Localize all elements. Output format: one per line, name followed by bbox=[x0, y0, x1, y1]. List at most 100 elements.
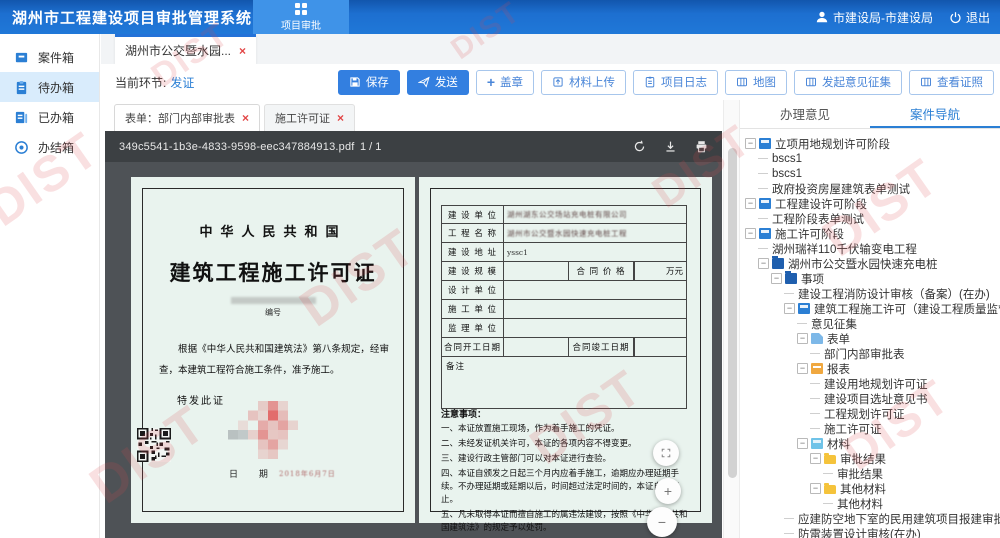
stage-icon bbox=[759, 228, 771, 239]
tree-item-label: 材料 bbox=[827, 436, 850, 451]
vertical-scrollbar[interactable] bbox=[723, 100, 740, 538]
sidebar-item-label: 案件箱 bbox=[38, 49, 74, 66]
tree-item[interactable]: −施工许可阶段 bbox=[740, 226, 1000, 241]
tree-item-label: bscs1 bbox=[772, 168, 802, 180]
right-panel: 办理意见 案件导航 −立项用地规划许可阶段bscs1bscs1政府投资房屋建筑表… bbox=[740, 100, 1000, 538]
tree-item[interactable]: 部门内部审批表 bbox=[740, 346, 1000, 361]
certificate-date-label: 日 期 bbox=[229, 467, 277, 480]
left-sidebar: 案件箱 待办箱 已办箱 办结箱 bbox=[0, 34, 100, 538]
close-icon[interactable]: × bbox=[242, 111, 249, 125]
sidebar-item-done-box[interactable]: 已办箱 bbox=[0, 102, 99, 132]
send-button[interactable]: 发送 bbox=[407, 70, 469, 95]
sidebar-item-case-box[interactable]: 案件箱 bbox=[0, 42, 99, 72]
tree-item[interactable]: 应建防空地下室的民用建筑项目报建审批(未 bbox=[740, 511, 1000, 526]
user-icon bbox=[815, 10, 829, 24]
collapse-icon[interactable]: − bbox=[797, 438, 808, 449]
collapse-icon[interactable]: − bbox=[771, 273, 782, 284]
form-tab-approval-sheet[interactable]: 表单：部门内部审批表 × bbox=[114, 104, 260, 131]
form-tab-construction-permit[interactable]: 施工许可证 × bbox=[264, 104, 355, 131]
tree-item[interactable]: −其他材料 bbox=[740, 481, 1000, 496]
zoom-in-button[interactable]: + bbox=[655, 478, 681, 504]
project-log-button[interactable]: 项目日志 bbox=[633, 70, 718, 95]
collapse-icon[interactable]: − bbox=[745, 228, 756, 239]
download-icon[interactable] bbox=[664, 140, 677, 153]
tree-item[interactable]: −立项用地规划许可阶段 bbox=[740, 136, 1000, 151]
tree-item-label: 事项 bbox=[801, 271, 824, 286]
tree-item[interactable]: −审批结果 bbox=[740, 451, 1000, 466]
pdf-filename: 349c5541-1b3e-4833-9598-eec347884913.pdf bbox=[119, 141, 355, 153]
permit-field-value: yssc1 bbox=[504, 243, 686, 261]
sidebar-item-closed-box[interactable]: 办结箱 bbox=[0, 132, 99, 162]
stamp-button[interactable]: + 盖章 bbox=[476, 70, 534, 95]
collapse-icon[interactable]: − bbox=[784, 303, 795, 314]
collapse-icon[interactable]: − bbox=[797, 363, 808, 374]
map-button[interactable]: 地图 bbox=[725, 70, 787, 95]
collapse-icon[interactable]: − bbox=[810, 453, 821, 464]
tree-item-label: 表单 bbox=[827, 331, 850, 346]
tree-item[interactable]: − 表单 bbox=[740, 331, 1000, 346]
collapse-icon[interactable]: − bbox=[810, 483, 821, 494]
tree-item[interactable]: 政府投资房屋建筑表单测试 bbox=[740, 181, 1000, 196]
tree-item[interactable]: 审批结果 bbox=[740, 466, 1000, 481]
tree-item[interactable]: −湖州市公交暨水园快速充电桩 bbox=[740, 256, 1000, 271]
zoom-out-button[interactable]: − bbox=[647, 507, 677, 537]
current-step-value[interactable]: 发证 bbox=[170, 76, 194, 90]
save-button[interactable]: 保存 bbox=[338, 70, 400, 95]
print-icon[interactable] bbox=[695, 140, 708, 153]
tree-item[interactable]: 防雷装置设计审核(在办) bbox=[740, 526, 1000, 538]
user-menu[interactable]: 市建设局-市建设局 bbox=[815, 9, 933, 26]
proj-icon bbox=[785, 273, 797, 284]
tree-connector bbox=[758, 158, 768, 159]
tree-item[interactable]: bscs1 bbox=[740, 166, 1000, 181]
tab-case-navigation[interactable]: 案件导航 bbox=[870, 100, 1000, 128]
scrollbar-thumb[interactable] bbox=[728, 148, 737, 478]
tree-item[interactable]: 意见征集 bbox=[740, 316, 1000, 331]
tree-item[interactable]: − 材料 bbox=[740, 436, 1000, 451]
tree-item[interactable]: −工程建设许可阶段 bbox=[740, 196, 1000, 211]
tab-processing-opinion[interactable]: 办理意见 bbox=[740, 100, 870, 128]
solicit-opinion-button[interactable]: 发起意见征集 bbox=[794, 70, 902, 95]
columns-icon bbox=[805, 76, 817, 88]
tree-item[interactable]: −建筑工程施工许可（建设工程质量监督手续 bbox=[740, 301, 1000, 316]
nav-tab-label: 项目审批 bbox=[281, 17, 321, 32]
view-certificates-button[interactable]: 查看证照 bbox=[909, 70, 994, 95]
tree-item[interactable]: 其他材料 bbox=[740, 496, 1000, 511]
tree-item[interactable]: 建设工程消防设计审核（备案）(在办) bbox=[740, 286, 1000, 301]
permit-field-unit: 万元 bbox=[634, 262, 686, 280]
permit-field-label: 合同竣工日期 bbox=[568, 338, 634, 356]
tree-item-label: 部门内部审批表 bbox=[824, 346, 905, 361]
collapse-icon[interactable]: − bbox=[745, 198, 756, 209]
tree-item[interactable]: 建设项目选址意见书 bbox=[740, 391, 1000, 406]
rotate-icon[interactable] bbox=[633, 140, 646, 153]
tree-item[interactable]: − 事项 bbox=[740, 271, 1000, 286]
nav-tab-project-approval[interactable]: 项目审批 bbox=[253, 0, 349, 34]
todo-box-icon bbox=[13, 79, 29, 95]
tree-connector bbox=[810, 383, 820, 384]
tree-item[interactable]: 建设用地规划许可证 bbox=[740, 376, 1000, 391]
tree-item[interactable]: bscs1 bbox=[740, 151, 1000, 166]
collapse-icon[interactable]: − bbox=[797, 333, 808, 344]
tree-item[interactable]: 工程规划许可证 bbox=[740, 406, 1000, 421]
tree-item[interactable]: 施工许可证 bbox=[740, 421, 1000, 436]
logout-label: 退出 bbox=[966, 9, 990, 26]
fit-width-button[interactable] bbox=[653, 440, 679, 466]
material-upload-button[interactable]: 材料上传 bbox=[541, 70, 626, 95]
tree-item-label: 工程规划许可证 bbox=[824, 406, 905, 421]
save-icon bbox=[349, 76, 361, 88]
sidebar-item-todo-box[interactable]: 待办箱 bbox=[0, 72, 99, 102]
tree-connector bbox=[810, 428, 820, 429]
close-icon[interactable]: × bbox=[239, 44, 246, 58]
tree-connector bbox=[784, 518, 794, 519]
workspace-tab-project[interactable]: 湖州市公交暨水园... × bbox=[115, 34, 256, 64]
permit-field-label: 监 理 单 位 bbox=[442, 319, 504, 337]
tree-item[interactable]: 湖州瑞祥110千伏输变电工程 bbox=[740, 241, 1000, 256]
collapse-icon[interactable]: − bbox=[745, 138, 756, 149]
tree-item[interactable]: −报表 bbox=[740, 361, 1000, 376]
permit-field-value bbox=[504, 319, 686, 337]
collapse-icon[interactable]: − bbox=[758, 258, 769, 269]
tree-item[interactable]: 工程阶段表单测试 bbox=[740, 211, 1000, 226]
tree-connector bbox=[797, 323, 807, 324]
logout-button[interactable]: 退出 bbox=[949, 9, 990, 26]
form-icon bbox=[811, 333, 823, 344]
close-icon[interactable]: × bbox=[337, 111, 344, 125]
